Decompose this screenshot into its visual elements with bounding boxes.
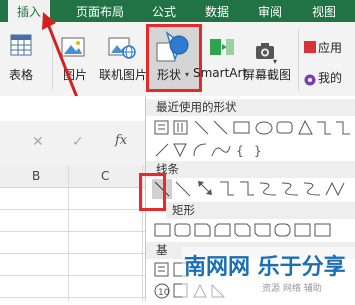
section-title: 基	[156, 243, 168, 257]
camera-icon	[255, 42, 275, 60]
watermark-logo: 南网网 乐于分享	[184, 255, 346, 280]
column-header-c[interactable]: C	[101, 169, 109, 183]
smartart-button[interactable]: SmartArt	[193, 66, 247, 80]
tab-data[interactable]: 数据	[205, 3, 229, 20]
chevron-down-icon: ▾	[273, 57, 278, 66]
smartart-icon	[209, 36, 235, 58]
tab-formulas[interactable]: 公式	[152, 3, 176, 20]
tab-review[interactable]: 审阅	[258, 3, 282, 20]
arrow-icon	[38, 8, 88, 104]
my-addins-button[interactable]: 我的	[318, 69, 342, 86]
section-header-rectangles: 矩形	[166, 202, 355, 219]
svg-text:10: 10	[158, 288, 170, 298]
row-divider	[0, 297, 145, 298]
recent-shapes-row[interactable]: { }	[150, 140, 355, 160]
section-title: 矩形	[172, 203, 195, 217]
svg-text:{: {	[236, 144, 244, 158]
insert-function-button[interactable]: fx	[115, 133, 127, 148]
tab-view[interactable]: 视图	[312, 3, 336, 20]
apps-button[interactable]: 应用	[318, 39, 342, 56]
online-picture-icon	[108, 36, 136, 60]
column-header-b[interactable]: B	[32, 169, 40, 183]
row-divider	[0, 231, 145, 232]
table-icon	[10, 34, 32, 56]
rectangles-shapes-row[interactable]	[150, 220, 355, 240]
screenshot-button[interactable]: 屏幕截图	[243, 66, 291, 83]
section-header-recent: 最近使用的形状	[146, 99, 355, 116]
column-header-row	[0, 165, 145, 188]
shapes-highlight-box	[146, 24, 202, 92]
watermark-caption: 资源 网络 辅助	[262, 284, 322, 294]
line-highlight-box	[139, 173, 166, 211]
cancel-icon[interactable]: ✕	[32, 134, 44, 150]
confirm-icon[interactable]: ✓	[72, 134, 84, 150]
lines-shapes-row[interactable]	[150, 178, 355, 200]
store-icon	[304, 41, 316, 53]
online-picture-button[interactable]: 联机图片	[99, 66, 147, 83]
section-header-lines: 线条	[146, 161, 355, 178]
addin-icon	[304, 71, 316, 86]
row-divider	[0, 253, 145, 254]
row-divider	[0, 275, 145, 276]
ribbon-separator	[298, 30, 299, 90]
section-title: 最近使用的形状	[156, 100, 237, 114]
svg-text:}: }	[254, 144, 262, 158]
table-button[interactable]: 表格	[9, 66, 33, 83]
row-divider	[0, 209, 145, 210]
recent-shapes-row[interactable]	[150, 118, 355, 138]
column-divider	[68, 165, 69, 301]
